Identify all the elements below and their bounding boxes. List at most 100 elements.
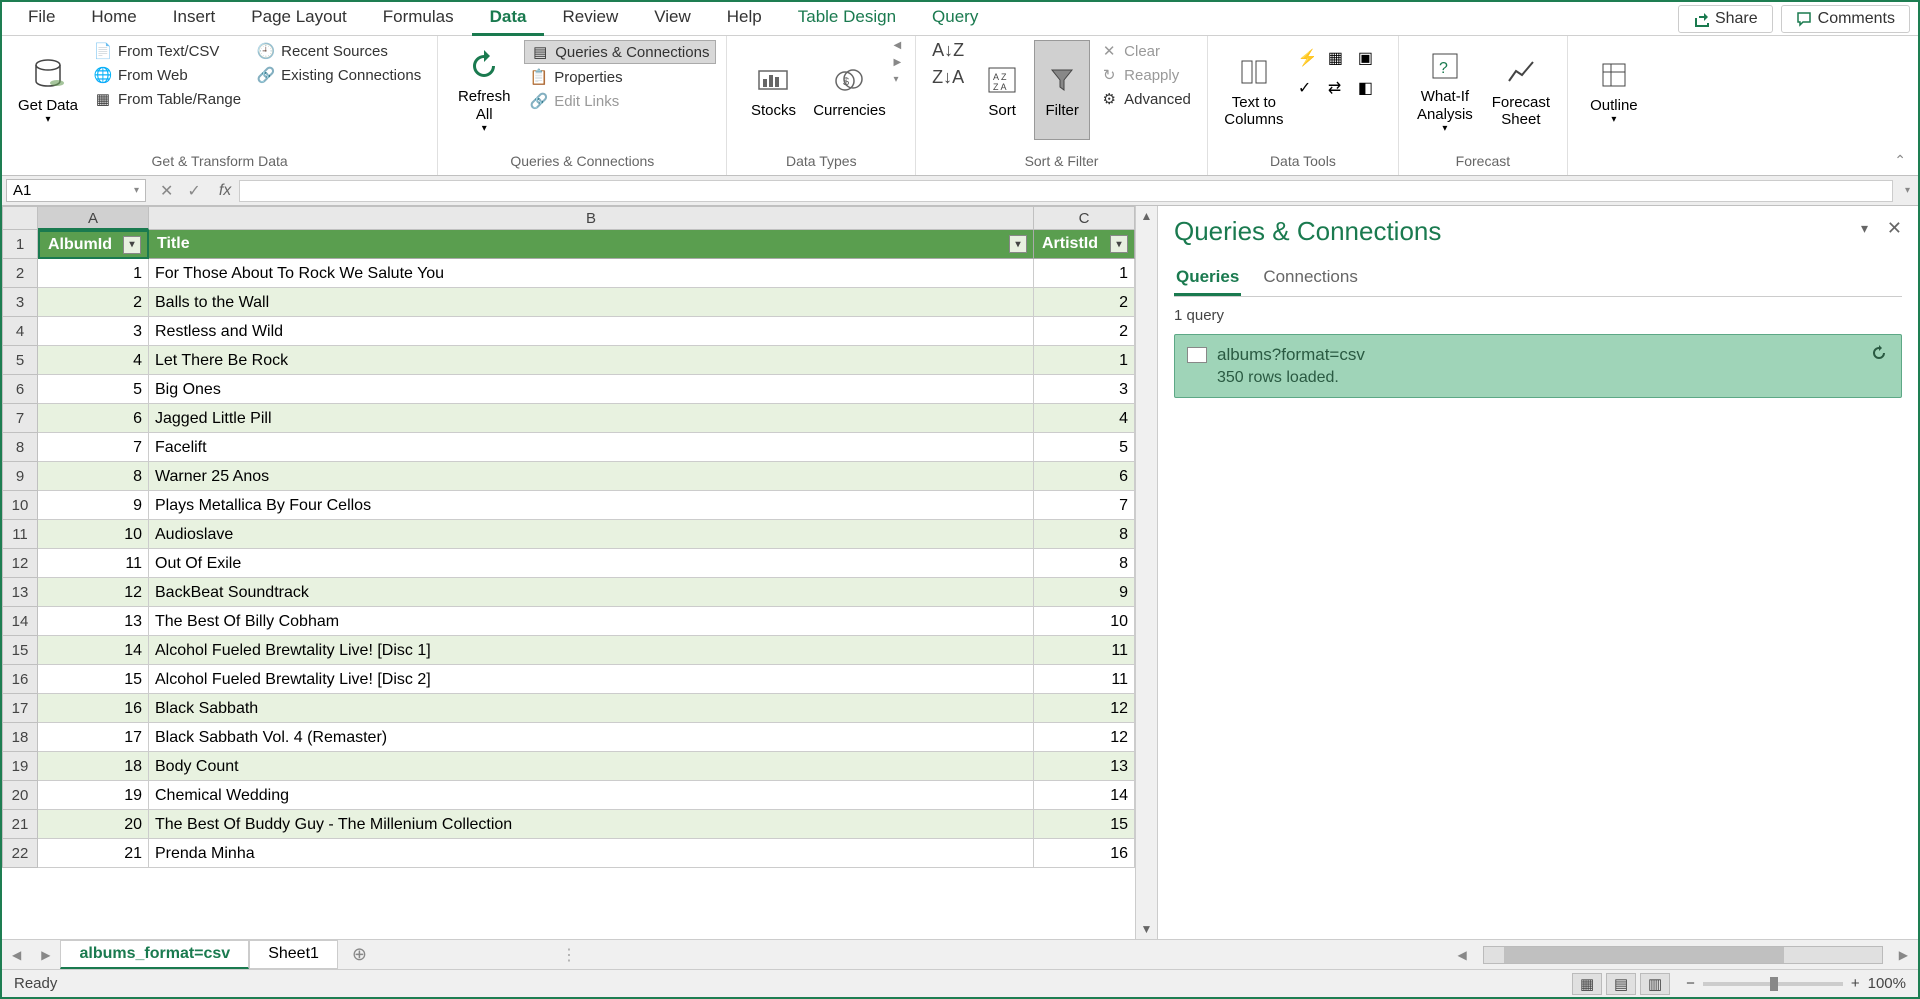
row-header[interactable]: 22	[2, 839, 38, 868]
cell[interactable]: 10	[1034, 607, 1135, 636]
close-pane-button[interactable]: ✕	[1887, 218, 1902, 239]
cell[interactable]: 18	[38, 752, 149, 781]
cell[interactable]: Audioslave	[149, 520, 1034, 549]
table-row[interactable]: 8Warner 25 Anos6	[38, 462, 1135, 491]
cell[interactable]: Out Of Exile	[149, 549, 1034, 578]
zoom-in-button[interactable]: +	[1851, 975, 1860, 992]
sheet-tab[interactable]: Sheet1	[249, 940, 338, 969]
table-row[interactable]: 17Black Sabbath Vol. 4 (Remaster)12	[38, 723, 1135, 752]
row-header[interactable]: 16	[2, 665, 38, 694]
cell[interactable]: 21	[38, 839, 149, 868]
row-header[interactable]: 2	[2, 259, 38, 288]
cell[interactable]: 5	[38, 375, 149, 404]
currencies-button[interactable]: $ Currencies	[813, 40, 885, 140]
flash-fill-icon[interactable]: ⚡	[1298, 48, 1324, 74]
scroll-down-icon[interactable]: ▼	[1136, 919, 1157, 939]
collapse-ribbon-button[interactable]: ⌃	[1882, 146, 1918, 175]
side-tab-connections[interactable]: Connections	[1261, 261, 1360, 296]
select-all-corner[interactable]	[2, 206, 38, 230]
cell[interactable]: Restless and Wild	[149, 317, 1034, 346]
cell[interactable]: Warner 25 Anos	[149, 462, 1034, 491]
sheet-nav-next[interactable]: ▶	[31, 948, 60, 962]
sort-button[interactable]: A ZZ A Sort	[974, 40, 1030, 140]
row-header[interactable]: 19	[2, 752, 38, 781]
row-header[interactable]: 11	[2, 520, 38, 549]
filter-button[interactable]: Filter	[1034, 40, 1090, 140]
cell[interactable]: For Those About To Rock We Salute You	[149, 259, 1034, 288]
table-row[interactable]: 1For Those About To Rock We Salute You1	[38, 259, 1135, 288]
cell[interactable]: Body Count	[149, 752, 1034, 781]
table-row[interactable]: 7Facelift5	[38, 433, 1135, 462]
table-row[interactable]: 16Black Sabbath12	[38, 694, 1135, 723]
table-row[interactable]: 14Alcohol Fueled Brewtality Live! [Disc …	[38, 636, 1135, 665]
add-sheet-button[interactable]: ⊕	[338, 944, 381, 965]
vertical-scrollbar[interactable]: ▲ ▼	[1135, 206, 1157, 939]
cell[interactable]: Prenda Minha	[149, 839, 1034, 868]
table-row[interactable]: 18Body Count13	[38, 752, 1135, 781]
cell[interactable]: 16	[1034, 839, 1135, 868]
cell[interactable]: 12	[38, 578, 149, 607]
column-header[interactable]: A	[38, 206, 149, 230]
table-row[interactable]: 9Plays Metallica By Four Cellos7	[38, 491, 1135, 520]
queries-connections-button[interactable]: ▤Queries & Connections	[524, 40, 716, 64]
cell[interactable]: The Best Of Buddy Guy - The Millenium Co…	[149, 810, 1034, 839]
cell[interactable]: 7	[38, 433, 149, 462]
cell[interactable]: 6	[38, 404, 149, 433]
properties-button[interactable]: 📋Properties	[524, 66, 716, 88]
what-if-button[interactable]: ? What-If Analysis ▾	[1409, 40, 1481, 140]
table-row[interactable]: 15Alcohol Fueled Brewtality Live! [Disc …	[38, 665, 1135, 694]
table-row[interactable]: 20The Best Of Buddy Guy - The Millenium …	[38, 810, 1135, 839]
menu-tab-review[interactable]: Review	[544, 1, 636, 36]
zoom-level[interactable]: 100%	[1868, 975, 1906, 992]
cell[interactable]: The Best Of Billy Cobham	[149, 607, 1034, 636]
hscroll-right[interactable]: ▶	[1889, 948, 1918, 962]
cell[interactable]: 17	[38, 723, 149, 752]
comments-button[interactable]: Comments	[1781, 5, 1910, 33]
table-row[interactable]: 5Big Ones3	[38, 375, 1135, 404]
sheet-tab[interactable]: albums_format=csv	[60, 940, 249, 969]
advanced-filter-button[interactable]: ⚙Advanced	[1094, 88, 1197, 110]
row-header[interactable]: 20	[2, 781, 38, 810]
expand-formula-icon[interactable]: ▾	[1897, 185, 1918, 196]
menu-tab-page-layout[interactable]: Page Layout	[233, 1, 364, 36]
table-row[interactable]: 19Chemical Wedding14	[38, 781, 1135, 810]
cell[interactable]: 11	[1034, 636, 1135, 665]
name-box[interactable]: A1▾	[6, 179, 146, 202]
worksheet-grid[interactable]: 12345678910111213141516171819202122 ABC …	[2, 206, 1157, 939]
from-web-button[interactable]: 🌐From Web	[88, 64, 247, 86]
manage-model-icon[interactable]: ◧	[1358, 78, 1384, 104]
refresh-all-button[interactable]: Refresh All ▾	[448, 40, 520, 140]
table-header-cell[interactable]: ArtistId▾	[1034, 230, 1135, 259]
cell[interactable]: 12	[1034, 723, 1135, 752]
cell[interactable]: 2	[38, 288, 149, 317]
cell[interactable]: 10	[38, 520, 149, 549]
menu-tab-file[interactable]: File	[10, 1, 73, 36]
row-header[interactable]: 12	[2, 549, 38, 578]
cell[interactable]: 7	[1034, 491, 1135, 520]
row-header[interactable]: 13	[2, 578, 38, 607]
row-header[interactable]: 6	[2, 375, 38, 404]
cell[interactable]: Alcohol Fueled Brewtality Live! [Disc 1]	[149, 636, 1034, 665]
cell[interactable]: 2	[1034, 288, 1135, 317]
menu-tab-home[interactable]: Home	[73, 1, 154, 36]
cell[interactable]: 14	[1034, 781, 1135, 810]
share-button[interactable]: Share	[1678, 5, 1773, 33]
sheet-nav-prev[interactable]: ◀	[2, 948, 31, 962]
cell[interactable]: Alcohol Fueled Brewtality Live! [Disc 2]	[149, 665, 1034, 694]
cell[interactable]: 13	[1034, 752, 1135, 781]
from-text-csv-button[interactable]: 📄From Text/CSV	[88, 40, 247, 62]
cell[interactable]: 1	[1034, 346, 1135, 375]
row-header[interactable]: 5	[2, 346, 38, 375]
table-row[interactable]: 4Let There Be Rock1	[38, 346, 1135, 375]
cell[interactable]: Balls to the Wall	[149, 288, 1034, 317]
cell[interactable]: 8	[1034, 520, 1135, 549]
pane-options-icon[interactable]: ▾	[1861, 220, 1868, 237]
menu-tab-table-design[interactable]: Table Design	[780, 1, 914, 36]
cell[interactable]: 12	[1034, 694, 1135, 723]
text-to-columns-button[interactable]: Text to Columns	[1218, 40, 1290, 140]
cell[interactable]: 9	[1034, 578, 1135, 607]
row-header[interactable]: 10	[2, 491, 38, 520]
row-header[interactable]: 9	[2, 462, 38, 491]
relationships-icon[interactable]: ⇄	[1328, 78, 1354, 104]
sort-asc-icon[interactable]: A↓Z	[932, 40, 964, 61]
